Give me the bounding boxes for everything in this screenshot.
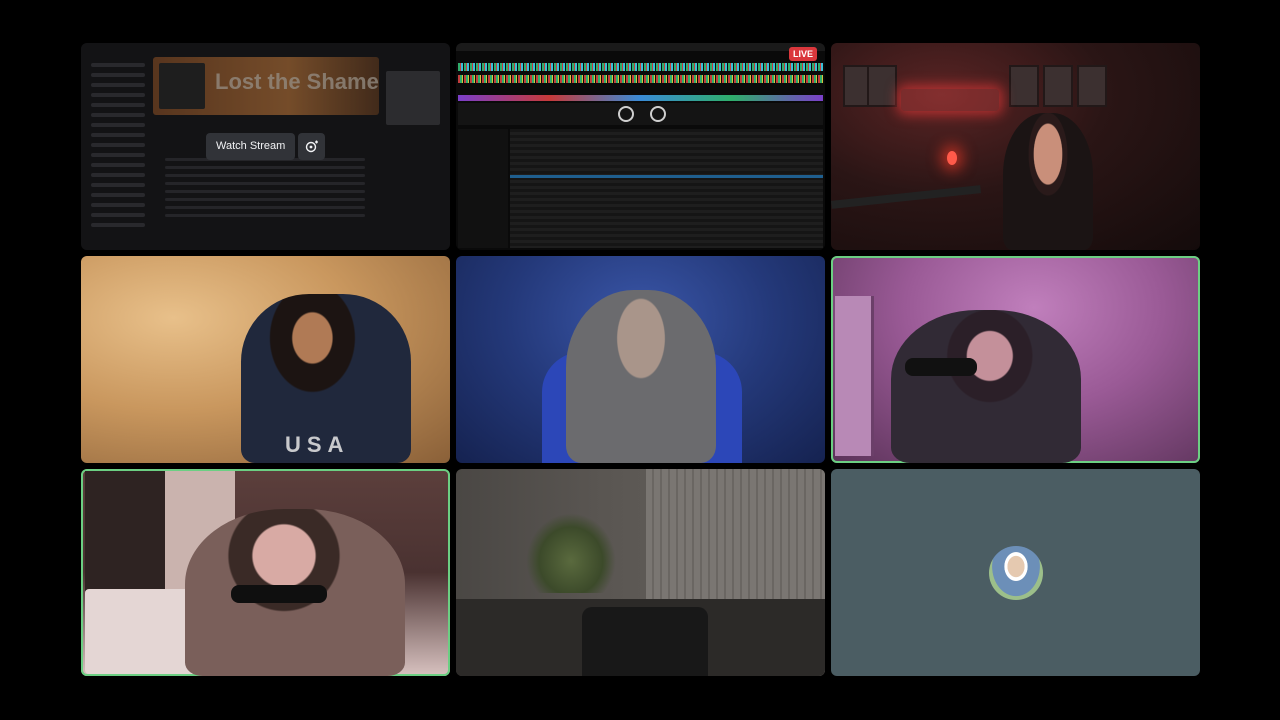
participant-video <box>1003 113 1093 250</box>
tile-dj-screenshare[interactable]: LIVE <box>456 43 825 250</box>
tile-blue-room[interactable] <box>456 256 825 463</box>
watch-stream-button[interactable]: Watch Stream <box>206 133 296 160</box>
mic-arm <box>831 185 982 209</box>
dj-topbar <box>456 43 825 51</box>
waveform-deck-a <box>458 63 823 71</box>
popout-button[interactable] <box>298 133 325 160</box>
participant-video <box>891 310 1081 463</box>
live-badge: LIVE <box>788 47 817 61</box>
lamp <box>947 151 957 165</box>
tile-grey-room[interactable] <box>456 469 825 676</box>
track-browser <box>510 129 823 248</box>
participant-video <box>566 290 716 463</box>
tile-stream-preview[interactable]: Lost the Shame Watch Stream <box>81 43 450 250</box>
neon-sign <box>901 89 999 111</box>
tile-pink-room[interactable] <box>831 256 1200 463</box>
sunglasses <box>231 585 327 603</box>
wall-frame <box>867 65 897 107</box>
tile-avatar[interactable] <box>831 469 1200 676</box>
library-tree <box>458 129 508 248</box>
tile-warm-room[interactable]: USA <box>81 256 450 463</box>
tile-bedroom[interactable] <box>81 469 450 676</box>
jog-wheel-b-icon <box>650 106 666 122</box>
jog-wheel-a-icon <box>618 106 634 122</box>
plant <box>526 513 616 593</box>
tile-red-room[interactable] <box>831 43 1200 250</box>
avatar <box>989 546 1043 600</box>
doorway <box>835 296 874 456</box>
shirt-print: USA <box>285 432 350 457</box>
wall-frame <box>1043 65 1073 107</box>
sunglasses <box>905 358 977 376</box>
waveform-deck-b <box>458 75 823 83</box>
chair <box>582 607 708 676</box>
popout-icon <box>305 140 318 152</box>
closet <box>85 471 165 591</box>
track-highlight <box>510 175 823 178</box>
video-grid: Lost the Shame Watch Stream LIVE USA <box>81 43 1200 676</box>
wall-frame <box>1077 65 1107 107</box>
deck-controls <box>458 103 823 125</box>
wall-frame <box>1009 65 1039 107</box>
deck-color-bar <box>458 95 823 101</box>
